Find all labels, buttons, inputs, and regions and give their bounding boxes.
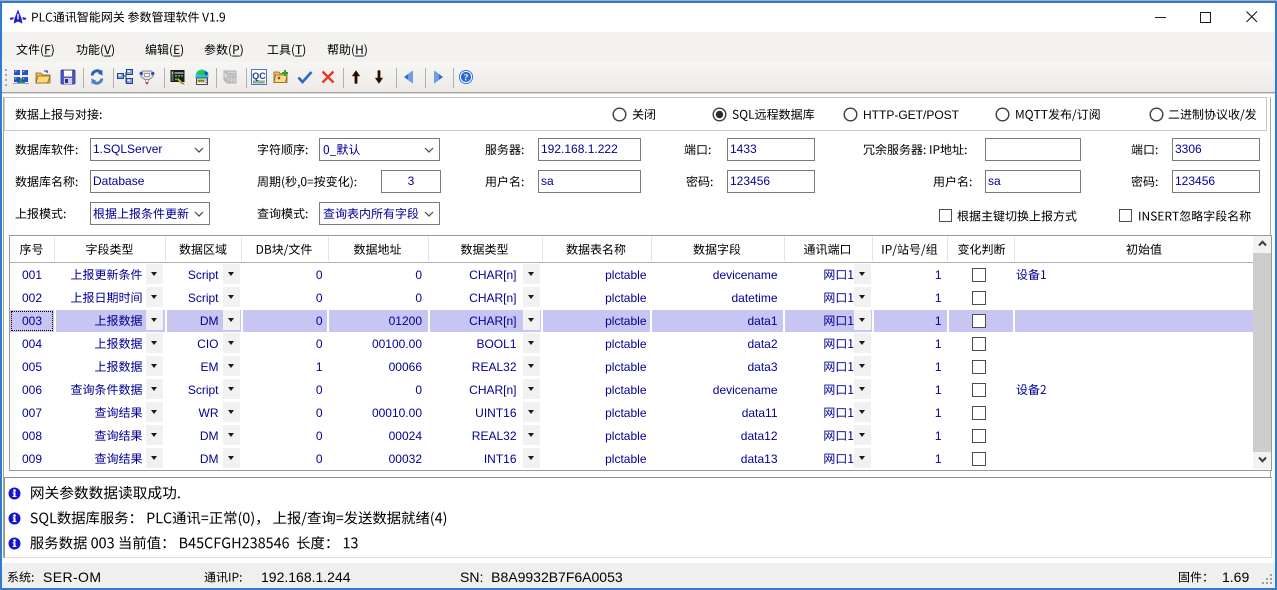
svg-text:QC: QC xyxy=(252,71,266,81)
svg-text:?: ? xyxy=(464,74,469,84)
